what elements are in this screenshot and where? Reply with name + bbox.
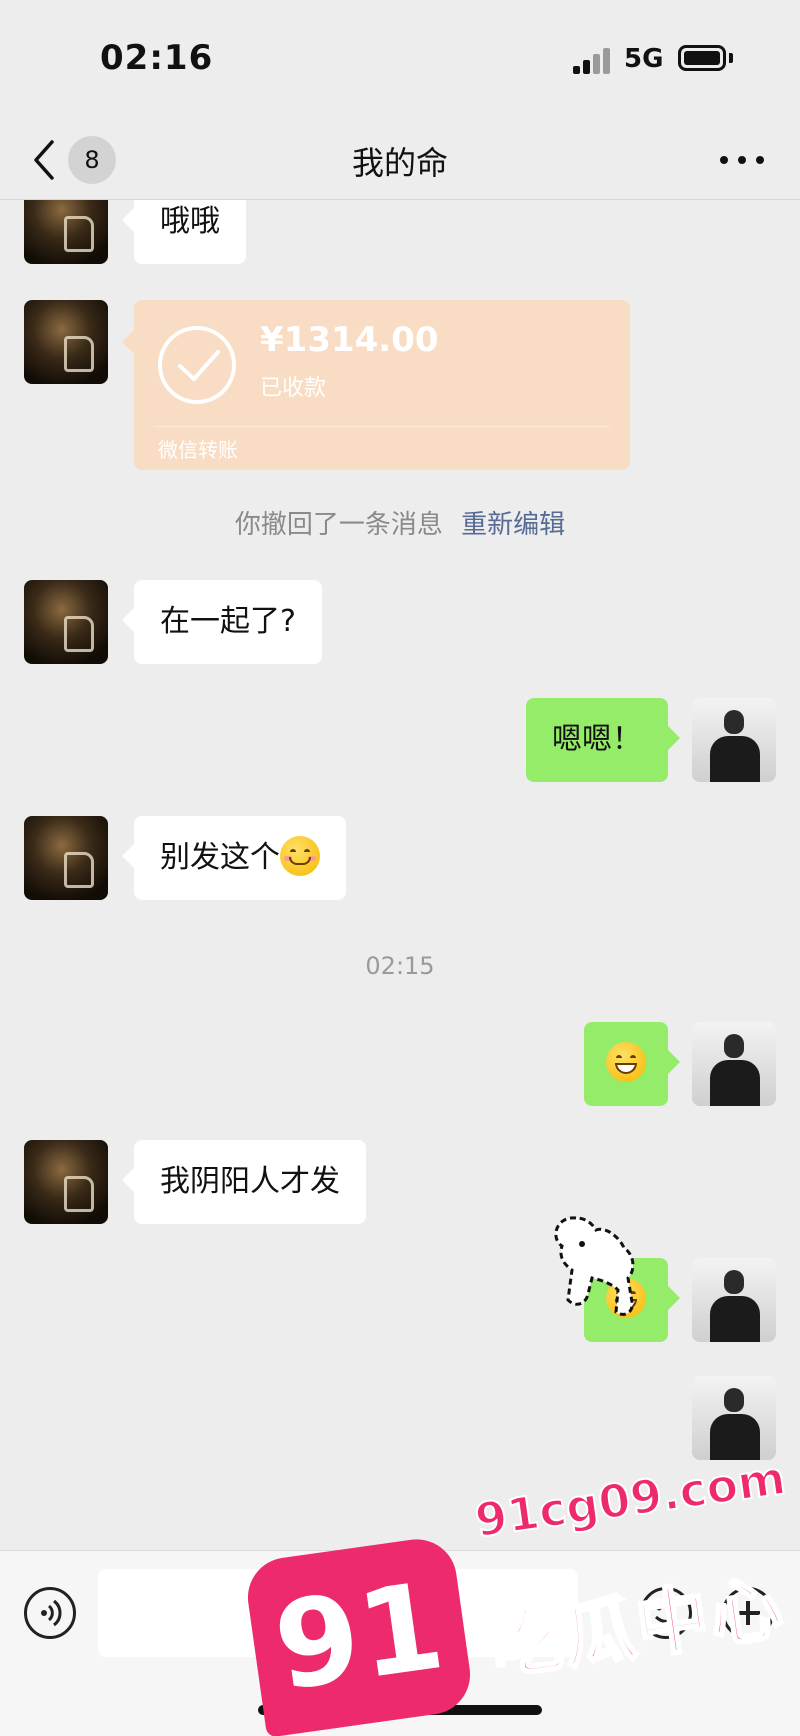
voice-icon xyxy=(41,1599,62,1627)
incoming-message[interactable]: 别发这个 xyxy=(122,816,346,900)
message-list[interactable]: 哦哦 ¥1314.00 已收款 微信转账 你撤回了一条消息 重新编辑 在一起了?… xyxy=(0,200,800,1550)
contact-avatar[interactable] xyxy=(24,200,108,264)
timestamp: 02:15 xyxy=(365,952,435,980)
watermark-logo: 91 xyxy=(242,1534,476,1736)
my-avatar[interactable] xyxy=(692,1376,776,1460)
outgoing-message[interactable] xyxy=(584,1022,680,1106)
re-edit-link[interactable]: 重新编辑 xyxy=(461,510,565,540)
signal-icon xyxy=(573,48,613,74)
incoming-message[interactable]: 在一起了? xyxy=(122,580,322,664)
check-circle-icon xyxy=(158,326,236,404)
chat-header: 8 我的命 xyxy=(0,120,800,200)
divider xyxy=(154,426,610,427)
recall-notice: 你撤回了一条消息 重新编辑 xyxy=(0,504,800,541)
watermark-number: 91 xyxy=(266,1557,452,1718)
incoming-message[interactable]: 哦哦 xyxy=(122,200,246,264)
my-avatar[interactable] xyxy=(692,1022,776,1106)
chat-title: 我的命 xyxy=(351,144,448,182)
incoming-message[interactable]: 我阴阳人才发 xyxy=(122,1140,366,1224)
outgoing-message[interactable]: 嗯嗯！ xyxy=(526,698,680,782)
transfer-status: 已收款 xyxy=(260,376,327,401)
battery-icon xyxy=(678,45,726,71)
dog-sticker-icon[interactable] xyxy=(546,1208,642,1328)
contact-avatar[interactable] xyxy=(24,300,108,384)
recall-notice-text: 你撤回了一条消息 xyxy=(234,510,443,540)
network-label: 5G xyxy=(624,44,664,74)
transfer-amount: ¥1314.00 xyxy=(260,320,439,360)
my-avatar[interactable] xyxy=(692,698,776,782)
battery-tip xyxy=(729,53,733,63)
grin-emoji-icon xyxy=(606,1041,646,1082)
smile-emoji-icon xyxy=(280,835,320,876)
message-text: 别发这个 xyxy=(160,840,280,875)
status-bar: 02:16 5G xyxy=(0,0,800,120)
transfer-card[interactable]: ¥1314.00 已收款 微信转账 xyxy=(122,300,630,470)
transfer-label: 微信转账 xyxy=(158,438,238,462)
my-avatar[interactable] xyxy=(692,1258,776,1342)
more-options-button[interactable] xyxy=(718,148,766,172)
status-time: 02:16 xyxy=(100,38,214,78)
contact-avatar[interactable] xyxy=(24,1140,108,1224)
contact-avatar[interactable] xyxy=(24,580,108,664)
voice-input-button[interactable] xyxy=(24,1587,76,1639)
contact-avatar[interactable] xyxy=(24,816,108,900)
